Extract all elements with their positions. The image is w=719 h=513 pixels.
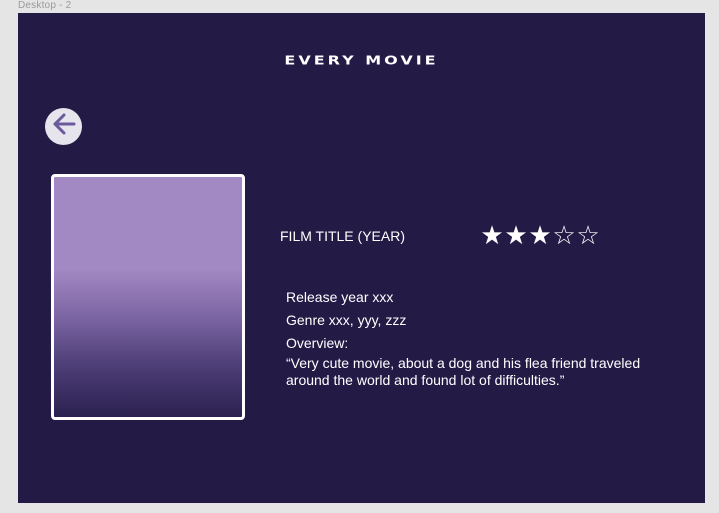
app-title: EVERY MOVIE — [284, 53, 439, 68]
movie-poster — [51, 174, 245, 420]
star-empty-icon: ☆ — [576, 221, 600, 251]
star-rating: ★ ★ ★ ☆ ☆ — [480, 222, 600, 250]
star-filled-icon: ★ — [528, 221, 552, 251]
movie-detail-screen: EVERY MOVIE FILM TITLE (YEAR) ★ ★ ★ ☆ ☆ … — [18, 13, 705, 503]
back-button[interactable] — [45, 108, 82, 145]
overview-text: “Very cute movie, about a dog and his fl… — [286, 355, 641, 388]
release-year: Release year xxx — [286, 289, 394, 305]
film-title: FILM TITLE (YEAR) — [280, 228, 405, 244]
arrow-left-icon — [49, 109, 79, 144]
star-empty-icon: ☆ — [552, 221, 576, 251]
frame-label: Desktop - 2 — [18, 0, 72, 11]
movie-details: Release year xxx Genre xxx, yyy, zzz Ove… — [286, 287, 666, 392]
genre: Genre xxx, yyy, zzz — [286, 312, 407, 328]
overview-label: Overview: — [286, 335, 349, 351]
star-filled-icon: ★ — [504, 221, 528, 251]
star-filled-icon: ★ — [480, 221, 504, 251]
